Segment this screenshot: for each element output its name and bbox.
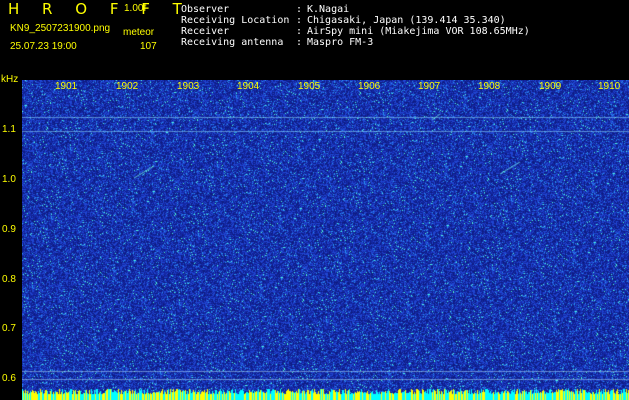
- spectrogram-canvas: [22, 80, 629, 400]
- info-colon: :: [296, 4, 303, 15]
- info-value-location: Chigasaki, Japan (139.414 35.340): [307, 15, 506, 26]
- frequency-unit-label: kHz: [1, 74, 19, 85]
- info-value-receiver: AirSpy mini (Miakejima VOR 108.65MHz): [307, 26, 530, 37]
- time-label: 1907: [418, 81, 441, 92]
- time-label: 1902: [116, 81, 139, 92]
- freq-label: 0.6: [2, 373, 16, 384]
- time-label: 1903: [177, 81, 200, 92]
- meteor-count: 107: [140, 41, 157, 52]
- meteor-label: meteor: [123, 27, 155, 38]
- freq-label: 0.9: [2, 224, 16, 235]
- info-colon: :: [296, 26, 303, 37]
- info-label-antenna: Receiving antenna: [181, 37, 284, 48]
- time-label: 1906: [358, 81, 381, 92]
- app-version: 1.00f: [124, 3, 147, 14]
- freq-label: 1.0: [2, 174, 16, 185]
- time-label: 1910: [598, 81, 621, 92]
- info-value-observer: K.Nagai: [307, 4, 350, 15]
- time-label: 1904: [237, 81, 260, 92]
- info-value-antenna: Maspro FM-3: [307, 37, 374, 48]
- info-label-location: Receiving Location: [181, 15, 290, 26]
- info-colon: :: [296, 15, 303, 26]
- time-label: 1909: [539, 81, 562, 92]
- info-label-receiver: Receiver: [181, 26, 230, 37]
- info-colon: :: [296, 37, 303, 48]
- info-label-observer: Observer: [181, 4, 230, 15]
- time-label: 1905: [298, 81, 321, 92]
- app-title: H R O F F T: [8, 0, 191, 18]
- freq-label: 0.8: [2, 274, 16, 285]
- freq-label: 0.7: [2, 323, 16, 334]
- time-label: 1908: [478, 81, 501, 92]
- header-panel: H R O F F T 1.00f KN9_2507231900.png met…: [0, 0, 629, 85]
- file-name: KN9_2507231900.png: [10, 23, 111, 34]
- freq-label: 1.1: [2, 124, 16, 135]
- time-label: 1901: [55, 81, 78, 92]
- observation-datetime: 25.07.23 19:00: [10, 41, 77, 52]
